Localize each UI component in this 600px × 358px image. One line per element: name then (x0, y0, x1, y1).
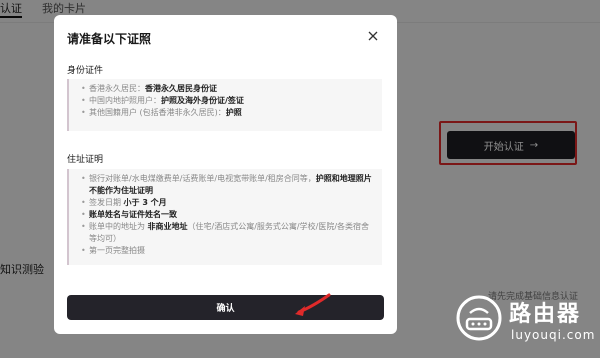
list-item: 账单中的地址为 非商业地址（住宅/酒店式公寓/服务式公寓/学校/医院/各类宿舍等… (81, 221, 372, 245)
list-item: 香港永久居民：香港永久居民身份证 (81, 83, 372, 95)
router-logo-icon (456, 295, 502, 341)
confirm-button[interactable]: 确认 (67, 295, 384, 320)
watermark: 路由器 luyouqi.com (449, 288, 600, 358)
identity-section-title: 身份证件 (67, 66, 104, 76)
identity-info-box: 香港永久居民：香港永久居民身份证 中国内地护照用户：护照及海外身份证/签证 其他… (67, 79, 382, 131)
annotation-arrow-icon (295, 293, 331, 316)
list-item: 中国内地护照用户：护照及海外身份证/签证 (81, 95, 372, 107)
list-item: 第一页完整拍摄 (81, 245, 372, 257)
close-icon[interactable] (366, 28, 380, 42)
list-item: 其他国籍用户 (包括香港非永久居民)：护照 (81, 107, 372, 119)
documents-modal: 请准备以下证照 身份证件 香港永久居民：香港永久居民身份证 中国内地护照用户：护… (54, 15, 397, 334)
watermark-text: 路由器 (509, 302, 582, 327)
list-item: 银行对账单/水电煤缴费单/话费账单/电视宽带账单/租房合同等，护照和地理照片不能… (81, 173, 372, 197)
list-item: 签发日期 小于 3 个月 (81, 197, 372, 209)
address-info-box: 银行对账单/水电煤缴费单/话费账单/电视宽带账单/租房合同等，护照和地理照片不能… (67, 169, 382, 265)
list-item: 账单姓名与证件姓名一致 (81, 209, 372, 221)
address-section-title: 住址证明 (67, 155, 104, 165)
watermark-subtext: luyouqi.com (511, 328, 596, 342)
modal-title: 请准备以下证照 (67, 32, 152, 46)
